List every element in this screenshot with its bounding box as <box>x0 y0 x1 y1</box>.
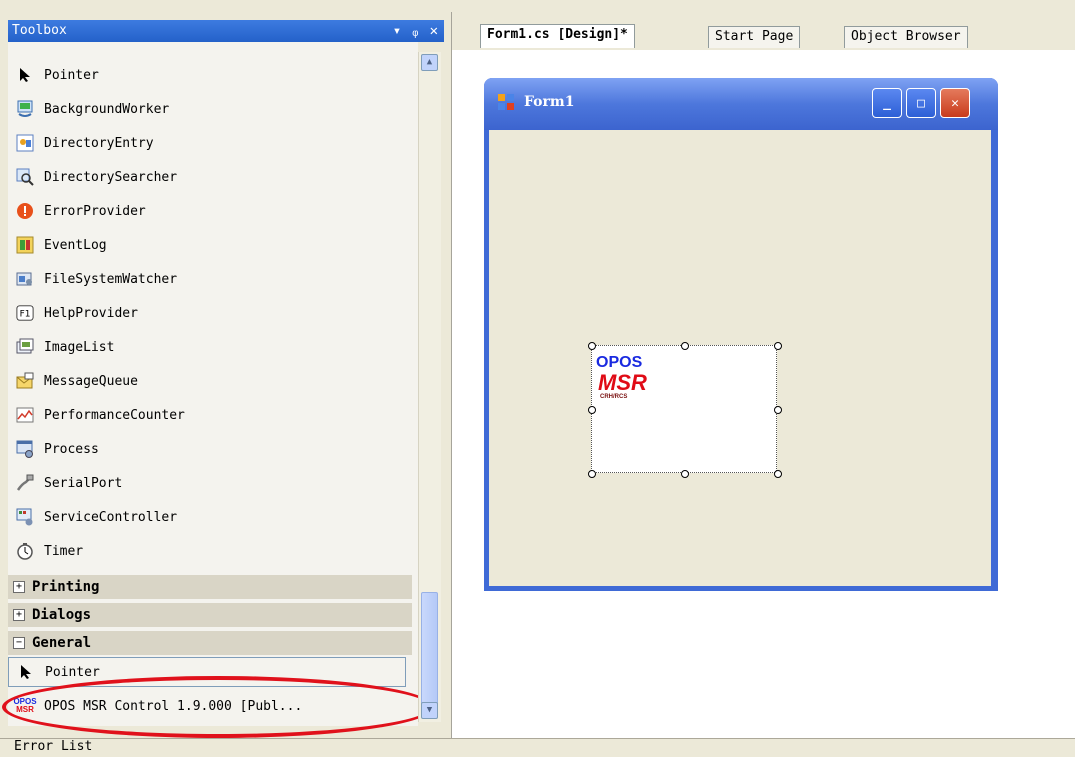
background-worker-icon <box>16 100 34 118</box>
category-general[interactable]: − General <box>8 631 412 655</box>
toolbox-panel: Toolbox ▾ ᵩ ✕ Pointer BackgroundWorker D… <box>0 0 444 738</box>
toolbox-item-label: PerformanceCounter <box>44 407 185 423</box>
toolbox-item-label: ServiceController <box>44 509 178 525</box>
minimize-button[interactable]: _ <box>872 88 902 118</box>
category-dialogs[interactable]: + Dialogs <box>8 603 412 627</box>
directory-entry-icon <box>16 134 34 152</box>
toolbox-item-helpprovider[interactable]: F1 HelpProvider <box>8 298 406 328</box>
resize-handle-se[interactable] <box>774 470 782 478</box>
opos-icon-bottom: MSR <box>16 705 34 714</box>
resize-handle-w[interactable] <box>588 406 596 414</box>
opos-msr-icon: OPOS MSR <box>13 697 36 715</box>
toolbox-item-filesystemwatcher[interactable]: FileSystemWatcher <box>8 264 406 294</box>
opos-msr-control[interactable]: OPOS MSR CRH/RCS <box>588 342 782 478</box>
toolbox-item-timer[interactable]: Timer <box>8 536 406 566</box>
toolbox-item-eventlog[interactable]: EventLog <box>8 230 406 260</box>
resize-handle-sw[interactable] <box>588 470 596 478</box>
toolbox-item-label: OPOS MSR Control 1.9.000 [Publ... <box>44 698 303 714</box>
toolbox-item-servicecontroller[interactable]: ServiceController <box>8 502 406 532</box>
scroll-up-icon[interactable]: ▲ <box>421 54 438 71</box>
toolbox-item-pointer[interactable]: Pointer <box>8 60 406 90</box>
error-provider-icon <box>16 202 34 220</box>
resize-handle-ne[interactable] <box>774 342 782 350</box>
crh-logo-text: CRH/RCS <box>600 394 628 400</box>
toolbox-item-label: FileSystemWatcher <box>44 271 178 287</box>
toolbox-item-label: DirectoryEntry <box>44 135 154 151</box>
document-tabbar: Form1.cs [Design]* Start Page Object Bro… <box>452 12 1075 50</box>
service-controller-icon <box>16 508 34 526</box>
toolbox-item-backgroundworker[interactable]: BackgroundWorker <box>8 94 406 124</box>
pointer-icon <box>17 663 35 681</box>
toolbox-item-label: SerialPort <box>44 475 123 491</box>
toolbox-item-label: Process <box>44 441 99 457</box>
category-label: Printing <box>32 579 100 595</box>
resize-handle-s[interactable] <box>681 470 689 478</box>
toolbox-item-messagequeue[interactable]: MessageQueue <box>8 366 406 396</box>
toolbox-item-imagelist[interactable]: ImageList <box>8 332 406 362</box>
toolbox-item-performancecounter[interactable]: PerformanceCounter <box>8 400 406 430</box>
tab-start-page[interactable]: Start Page <box>708 26 801 48</box>
toolbox-item-label: ImageList <box>44 339 115 355</box>
toolbox-item-label: DirectorySearcher <box>44 169 178 185</box>
toolbox-item-label: Timer <box>44 543 84 559</box>
toolbox-item-directoryentry[interactable]: DirectoryEntry <box>8 128 406 158</box>
bottom-panel-bar <box>0 738 1075 757</box>
event-log-icon <box>16 236 34 254</box>
toolbox-item-process[interactable]: Process <box>8 434 406 464</box>
resize-handle-n[interactable] <box>681 342 689 350</box>
image-list-icon <box>16 338 34 356</box>
close-button[interactable]: ✕ <box>940 88 970 118</box>
performance-counter-icon <box>16 406 34 424</box>
dropdown-icon[interactable]: ▾ <box>393 20 401 42</box>
toolbox-item-label: HelpProvider <box>44 305 138 321</box>
scroll-thumb[interactable] <box>421 592 438 712</box>
toolbox-titlebar: Toolbox ▾ ᵩ ✕ <box>8 20 444 42</box>
error-list-tab[interactable]: Error List <box>14 739 92 754</box>
collapse-icon: − <box>13 637 25 649</box>
timer-icon <box>16 542 34 560</box>
pin-icon[interactable]: ᵩ <box>411 20 419 42</box>
help-provider-icon: F1 <box>16 304 34 322</box>
form1-client-area[interactable]: OPOS MSR CRH/RCS <box>489 130 991 586</box>
design-surface[interactable]: Form1 _ □ ✕ OPOS MSR CRH/RCS <box>452 50 1075 738</box>
toolbox-item-label: EventLog <box>44 237 107 253</box>
expand-icon: + <box>13 581 25 593</box>
designer-area: Form1.cs [Design]* Start Page Object Bro… <box>451 12 1075 738</box>
file-system-watcher-icon <box>16 270 34 288</box>
form-icon <box>498 94 514 110</box>
msr-logo-text: MSR <box>598 370 647 395</box>
toolbox-item-label: ErrorProvider <box>44 203 146 219</box>
category-label: General <box>32 635 92 651</box>
toolbox-item-errorprovider[interactable]: ErrorProvider <box>8 196 406 226</box>
expand-icon: + <box>13 609 25 621</box>
close-icon[interactable]: ✕ <box>430 20 438 42</box>
toolbox-item-general-pointer[interactable]: Pointer <box>8 657 406 687</box>
toolbox-item-serialport[interactable]: SerialPort <box>8 468 406 498</box>
form1-titlebar[interactable]: Form1 _ □ ✕ <box>484 78 998 130</box>
toolbox-item-directorysearcher[interactable]: DirectorySearcher <box>8 162 406 192</box>
category-printing[interactable]: + Printing <box>8 575 412 599</box>
toolbox-item-label: Pointer <box>44 67 99 83</box>
resize-handle-nw[interactable] <box>588 342 596 350</box>
process-icon <box>16 440 34 458</box>
toolbox-item-opos-msr-control[interactable]: OPOS MSR OPOS MSR Control 1.9.000 [Publ.… <box>8 690 406 722</box>
serial-port-icon <box>16 474 34 492</box>
tab-object-browser[interactable]: Object Browser <box>844 26 968 48</box>
toolbox-scrollbar[interactable]: ▲ ▼ <box>418 52 441 722</box>
toolbox-item-label: Pointer <box>45 664 100 680</box>
category-label: Dialogs <box>32 607 92 623</box>
maximize-button[interactable]: □ <box>906 88 936 118</box>
toolbox-item-label: BackgroundWorker <box>44 101 170 117</box>
tab-form-design[interactable]: Form1.cs [Design]* <box>480 24 635 48</box>
pointer-icon <box>16 66 34 84</box>
toolbox-item-label: MessageQueue <box>44 373 138 389</box>
directory-searcher-icon <box>16 168 34 186</box>
scroll-down-icon[interactable]: ▼ <box>421 702 438 719</box>
toolbox-title: Toolbox <box>12 23 67 38</box>
resize-handle-e[interactable] <box>774 406 782 414</box>
message-queue-icon <box>16 372 34 390</box>
form1-title: Form1 <box>524 94 575 110</box>
form1-window[interactable]: Form1 _ □ ✕ OPOS MSR CRH/RCS <box>484 78 998 591</box>
svg-text:F1: F1 <box>20 310 31 320</box>
